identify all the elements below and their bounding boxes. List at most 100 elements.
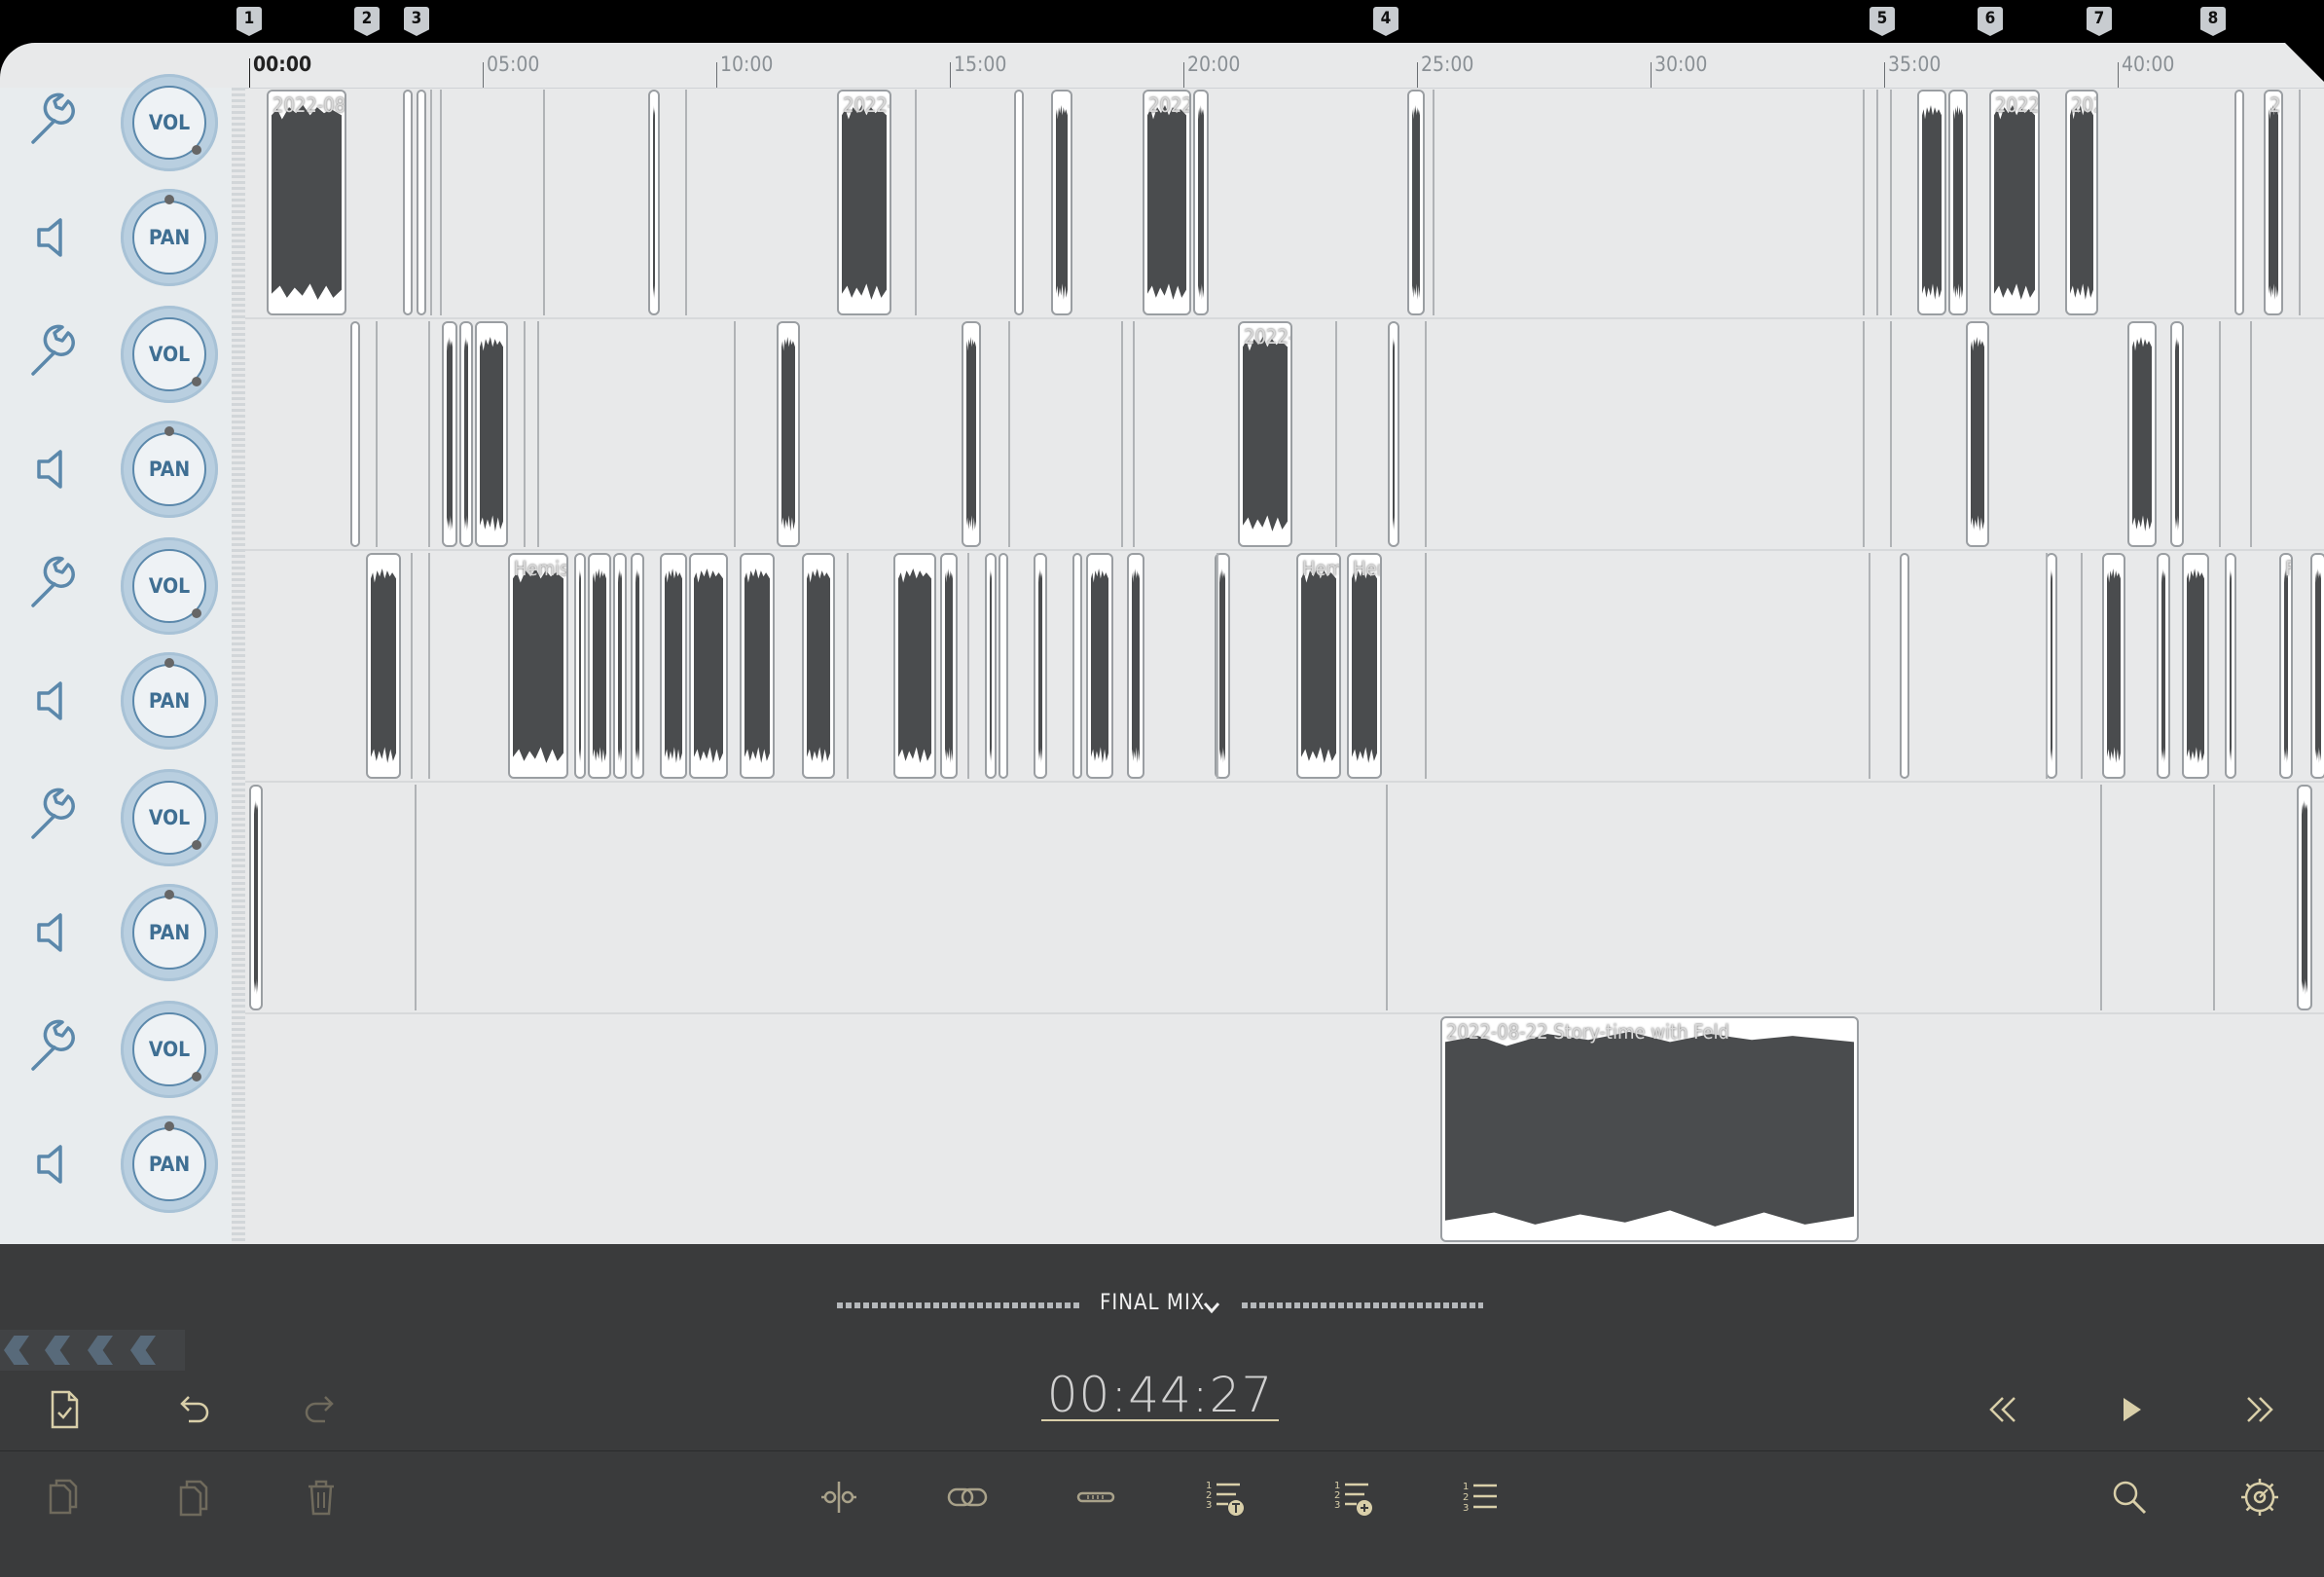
- paste-button[interactable]: [165, 1470, 220, 1524]
- undo-button[interactable]: [165, 1382, 220, 1437]
- audio-clip[interactable]: [2297, 785, 2312, 1010]
- audio-clip[interactable]: [631, 553, 644, 779]
- audio-clip[interactable]: [1072, 553, 1082, 779]
- audio-clip[interactable]: [2234, 90, 2244, 315]
- marker-5[interactable]: 5: [1870, 7, 1895, 36]
- pan-knob[interactable]: PAN: [121, 884, 218, 981]
- audio-clip[interactable]: [588, 553, 611, 779]
- audio-clip[interactable]: [1014, 90, 1024, 315]
- audio-clip[interactable]: [2170, 321, 2184, 547]
- marker-3[interactable]: 3: [404, 7, 429, 36]
- audio-clip[interactable]: [613, 553, 627, 779]
- volume-knob[interactable]: VOL: [121, 74, 218, 171]
- audio-clip[interactable]: [2310, 553, 2324, 779]
- pan-knob[interactable]: PAN: [121, 421, 218, 518]
- audio-clip[interactable]: [2157, 553, 2170, 779]
- audio-clip[interactable]: [249, 785, 263, 1010]
- audio-clip[interactable]: [962, 321, 981, 547]
- track-titles-button[interactable]: 123: [1197, 1470, 1252, 1524]
- track-list-button[interactable]: 123: [1454, 1470, 1508, 1524]
- volume-knob[interactable]: VOL: [121, 306, 218, 403]
- pan-knob[interactable]: PAN: [121, 1116, 218, 1213]
- audio-clip[interactable]: [940, 553, 958, 779]
- pan-knob[interactable]: PAN: [121, 652, 218, 750]
- audio-clip[interactable]: 2022-08-22 Story-time with Feld: [1440, 1016, 1859, 1242]
- audio-clip[interactable]: [350, 321, 360, 547]
- audio-clip[interactable]: [893, 553, 936, 779]
- audio-clip[interactable]: [802, 553, 835, 779]
- audio-clip[interactable]: Hemis: [508, 553, 568, 779]
- audio-clip[interactable]: 2022: [1989, 90, 2040, 315]
- audio-clip[interactable]: Hen: [1347, 553, 1382, 779]
- track-resize-handle[interactable]: [232, 88, 245, 1244]
- audio-clip[interactable]: [1086, 553, 1113, 779]
- delete-button[interactable]: [294, 1470, 348, 1524]
- wrench-icon[interactable]: [25, 1018, 84, 1077]
- audio-clip[interactable]: [1407, 90, 1425, 315]
- audio-clip[interactable]: [459, 321, 473, 547]
- audio-clip[interactable]: [1051, 90, 1072, 315]
- speaker-icon[interactable]: [25, 208, 84, 267]
- volume-knob[interactable]: VOL: [121, 769, 218, 866]
- add-track-button[interactable]: 123: [1325, 1470, 1380, 1524]
- rewind-button[interactable]: [1976, 1382, 2030, 1437]
- audio-clip[interactable]: [1034, 553, 1047, 779]
- audio-clip[interactable]: [1948, 90, 1968, 315]
- audio-clip[interactable]: [1193, 90, 1209, 315]
- split-button[interactable]: [812, 1470, 866, 1524]
- audio-clip[interactable]: [403, 90, 413, 315]
- marker-6[interactable]: 6: [1978, 7, 2003, 36]
- collapse-handle[interactable]: [0, 1330, 185, 1371]
- marker-4[interactable]: 4: [1373, 7, 1398, 36]
- audio-clip[interactable]: 2: [2264, 90, 2283, 315]
- link-button[interactable]: [940, 1470, 995, 1524]
- trim-button[interactable]: [1069, 1470, 1123, 1524]
- play-button[interactable]: [2104, 1382, 2159, 1437]
- audio-clip[interactable]: F: [2279, 553, 2293, 779]
- audio-clip[interactable]: [475, 321, 508, 547]
- time-ruler[interactable]: 00:00 05:00 10:00 15:00 20:00 25:00 30:0…: [245, 43, 2324, 89]
- speaker-icon[interactable]: [25, 1135, 84, 1193]
- marker-8[interactable]: 8: [2200, 7, 2226, 36]
- save-button[interactable]: [37, 1382, 91, 1437]
- audio-clip[interactable]: [1127, 553, 1144, 779]
- audio-clip[interactable]: [442, 321, 457, 547]
- timecode-display[interactable]: 00:44:27: [1041, 1371, 1279, 1421]
- speaker-icon[interactable]: [25, 903, 84, 962]
- speaker-icon[interactable]: [25, 440, 84, 498]
- audio-clip[interactable]: [2182, 553, 2209, 779]
- tracks-area[interactable]: 2022-08 2022- 2022 2022 202 2 2022-: [245, 88, 2324, 1244]
- audio-clip[interactable]: [777, 321, 800, 547]
- audio-clip[interactable]: 202: [2065, 90, 2098, 315]
- audio-clip[interactable]: Hem: [1296, 553, 1341, 779]
- audio-clip[interactable]: [660, 553, 687, 779]
- audio-clip[interactable]: [689, 553, 728, 779]
- wrench-icon[interactable]: [25, 92, 84, 150]
- audio-clip[interactable]: [2127, 321, 2157, 547]
- audio-clip[interactable]: [1917, 90, 1946, 315]
- audio-clip[interactable]: [2225, 553, 2236, 779]
- audio-clip[interactable]: 2022-08: [267, 90, 346, 315]
- wrench-icon[interactable]: [25, 323, 84, 382]
- audio-clip[interactable]: 2022-: [837, 90, 891, 315]
- wrench-icon[interactable]: [25, 555, 84, 613]
- audio-clip[interactable]: [366, 553, 401, 779]
- audio-clip[interactable]: 2022-: [1238, 321, 1292, 547]
- search-button[interactable]: [2102, 1470, 2157, 1524]
- copy-button[interactable]: [35, 1470, 90, 1524]
- marker-2[interactable]: 2: [354, 7, 380, 36]
- audio-clip[interactable]: [740, 553, 775, 779]
- audio-clip[interactable]: [1900, 553, 1909, 779]
- pan-knob[interactable]: PAN: [121, 189, 218, 286]
- volume-knob[interactable]: VOL: [121, 1001, 218, 1098]
- redo-button[interactable]: [294, 1382, 348, 1437]
- audio-clip[interactable]: 2022: [1143, 90, 1191, 315]
- marker-1[interactable]: 1: [236, 7, 262, 36]
- audio-clip[interactable]: [999, 553, 1008, 779]
- settings-button[interactable]: [2233, 1470, 2287, 1524]
- volume-knob[interactable]: VOL: [121, 537, 218, 635]
- fast-forward-button[interactable]: [2233, 1382, 2287, 1437]
- audio-clip[interactable]: [985, 553, 997, 779]
- speaker-icon[interactable]: [25, 672, 84, 730]
- mix-selector[interactable]: FINAL MIX: [0, 1285, 2324, 1324]
